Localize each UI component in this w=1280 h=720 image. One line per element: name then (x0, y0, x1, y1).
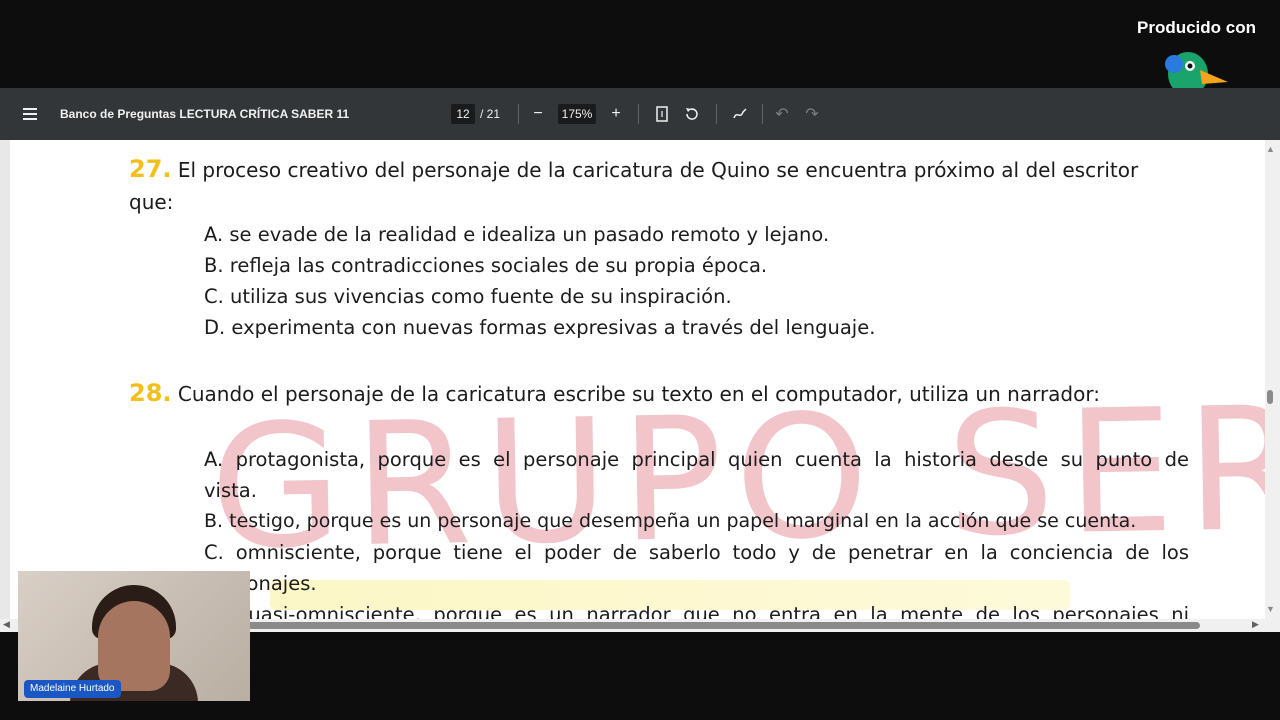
rotate-icon[interactable] (680, 102, 704, 126)
annotate-icon[interactable] (728, 102, 752, 126)
zoom-in-icon[interactable]: + (604, 102, 628, 126)
question-28-option-b: B. testigo, porque es un personaje que d… (204, 510, 1137, 532)
fit-page-icon[interactable] (650, 102, 674, 126)
vertical-scrollbar-thumb[interactable] (1267, 390, 1273, 404)
pdf-page: GRUPO SER 27. El proceso creativo del pe… (10, 140, 1265, 624)
zoom-level-input[interactable]: 175% (558, 104, 596, 124)
question-27-text: El proceso creativo del personaje de la … (177, 158, 1139, 182)
question-27-option-b: B. refleja las contradicciones sociales … (204, 254, 768, 277)
toolbar-divider (638, 104, 639, 124)
menu-icon[interactable] (18, 102, 42, 126)
toolbar-divider (518, 104, 519, 124)
scroll-right-icon[interactable]: ▶ (1252, 619, 1259, 630)
question-28-option-a: A. protagonista, porque es el personaje … (204, 448, 1189, 471)
person-face (98, 601, 170, 691)
question-27-option-a: A. se evade de la realidad e idealiza un… (204, 223, 830, 246)
top-band (0, 0, 1280, 88)
document-title: Banco de Preguntas LECTURA CRÍTICA SABER… (60, 107, 350, 121)
question-28: 28. Cuando el personaje de la caricatura… (129, 378, 1100, 410)
question-28-option-c: C. omnisciente, porque tiene el poder de… (204, 541, 1189, 564)
scroll-left-icon[interactable]: ◀ (3, 619, 10, 630)
question-28-option-a-cont: vista. (204, 479, 257, 502)
pdf-toolbar: Banco de Preguntas LECTURA CRÍTICA SABER… (0, 88, 1280, 140)
question-28-text: Cuando el personaje de la caricatura esc… (177, 382, 1100, 406)
scroll-up-icon[interactable]: ▲ (1266, 144, 1275, 154)
page-total: / 21 (480, 107, 501, 121)
zoom-out-icon[interactable]: − (526, 102, 550, 126)
question-27-option-c: C. utiliza sus vivencias como fuente de … (204, 285, 732, 308)
question-27: 27. El proceso creativo del personaje de… (129, 154, 1138, 186)
question-27-number: 27. (129, 155, 172, 183)
page-number-input[interactable]: 12 (451, 104, 475, 124)
viewport-margin (0, 140, 10, 632)
question-28-number: 28. (129, 379, 172, 407)
webcam-name-label: Madelaine Hurtado (24, 680, 121, 698)
undo-icon[interactable]: ↶ (770, 102, 794, 126)
redo-icon[interactable]: ↷ (800, 102, 824, 126)
toolbar-divider (716, 104, 717, 124)
horizontal-scrollbar-thumb[interactable] (240, 622, 1200, 629)
vertical-scrollbar-track[interactable] (1265, 140, 1280, 632)
toolbar-divider (762, 104, 763, 124)
scroll-down-icon[interactable]: ▼ (1266, 604, 1275, 614)
question-27-text-line2: que: (129, 190, 174, 214)
question-27-option-d: D. experimenta con nuevas formas expresi… (204, 316, 876, 339)
produced-with-label: Producido con (1137, 18, 1256, 37)
